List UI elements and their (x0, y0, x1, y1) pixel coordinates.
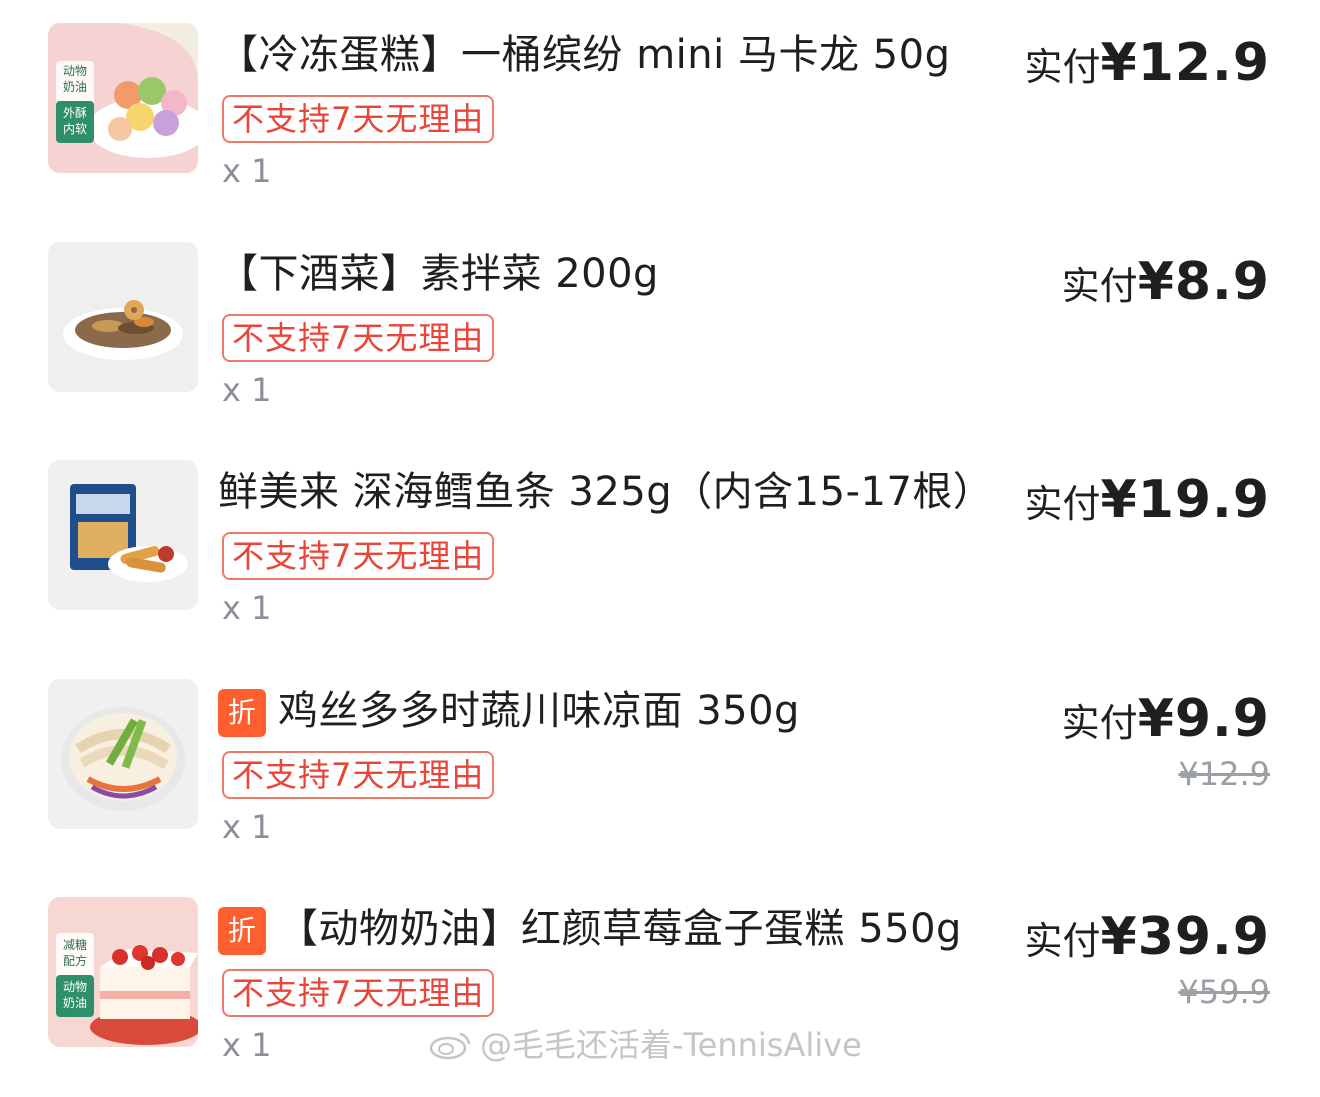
no-7-day-return-badge: 不支持7天无理由 (222, 532, 495, 580)
order-item[interactable]: 动物 奶油 外酥 内软 【冷冻蛋糕】一桶缤纷 mini 马卡龙 50g 不支持7… (0, 23, 1320, 223)
quantity: x 1 (222, 808, 272, 846)
svg-text:动物: 动物 (63, 64, 87, 78)
paid-price: 实付¥19.9 (1025, 470, 1271, 530)
fish-sticks-image (48, 460, 198, 610)
svg-text:减糖: 减糖 (63, 937, 87, 952)
quantity: x 1 (222, 371, 272, 409)
order-item[interactable]: 减糖 配方 动物 奶油 折【动物奶油】红颜草莓盒子蛋糕 550g 不支持7天无理… (0, 897, 1320, 1097)
svg-text:内软: 内软 (63, 122, 87, 136)
order-item[interactable]: 鲜美来 深海鳕鱼条 325g（内含15-17根） 不支持7天无理由 x 1 实付… (0, 460, 1320, 660)
product-title[interactable]: 【下酒菜】素拌菜 200g (218, 248, 659, 300)
product-title[interactable]: 【冷冻蛋糕】一桶缤纷 mini 马卡龙 50g (218, 29, 950, 81)
product-title-text: 【动物奶油】红颜草莓盒子蛋糕 550g (278, 906, 962, 952)
product-image-salad[interactable] (48, 242, 198, 392)
discount-tag: 折 (218, 907, 266, 955)
paid-amount: ¥9.9 (1137, 689, 1270, 749)
cold-noodles-image (48, 679, 198, 829)
product-title-text: 鸡丝多多时蔬川味凉面 350g (278, 688, 800, 734)
product-title[interactable]: 折【动物奶油】红颜草莓盒子蛋糕 550g (218, 903, 962, 955)
paid-amount: ¥8.9 (1137, 252, 1270, 312)
paid-label: 实付 (1024, 919, 1101, 963)
paid-price: 实付¥8.9 (1062, 252, 1270, 312)
product-title-text: 【冷冻蛋糕】一桶缤纷 mini 马卡龙 50g (218, 32, 951, 78)
quantity: x 1 (222, 152, 272, 190)
order-item[interactable]: 【下酒菜】素拌菜 200g 不支持7天无理由 x 1 实付¥8.9 (0, 242, 1320, 442)
order-item[interactable]: 折鸡丝多多时蔬川味凉面 350g 不支持7天无理由 x 1 实付¥9.9 ¥12… (0, 679, 1320, 879)
paid-label: 实付 (1024, 482, 1101, 526)
paid-amount: ¥12.9 (1100, 33, 1270, 93)
original-price: ¥59.9 (1178, 973, 1270, 1011)
product-image-macaron[interactable]: 动物 奶油 外酥 内软 (48, 23, 198, 173)
paid-label: 实付 (1061, 701, 1138, 745)
macaron-image: 动物 奶油 外酥 内软 (48, 23, 198, 173)
product-image-strawberry-cake[interactable]: 减糖 配方 动物 奶油 (48, 897, 198, 1047)
paid-label: 实付 (1061, 264, 1138, 308)
no-7-day-return-badge: 不支持7天无理由 (222, 314, 495, 362)
product-title[interactable]: 折鸡丝多多时蔬川味凉面 350g (218, 685, 800, 737)
svg-text:外酥: 外酥 (63, 106, 87, 120)
watermark: @毛毛还活着-TennisAlive (428, 1020, 862, 1066)
no-7-day-return-badge: 不支持7天无理由 (222, 95, 495, 143)
no-7-day-return-badge: 不支持7天无理由 (222, 969, 495, 1017)
strawberry-cake-image: 减糖 配方 动物 奶油 (48, 897, 198, 1047)
product-title[interactable]: 鲜美来 深海鳕鱼条 325g（内含15-17根） (218, 466, 993, 518)
product-image-cold-noodles[interactable] (48, 679, 198, 829)
paid-price: 实付¥12.9 (1025, 33, 1271, 93)
paid-label: 实付 (1024, 45, 1101, 89)
product-image-fish-sticks[interactable] (48, 460, 198, 610)
salad-image (48, 242, 198, 392)
weibo-icon (429, 1032, 471, 1060)
discount-tag: 折 (218, 689, 266, 737)
paid-amount: ¥19.9 (1100, 470, 1270, 530)
quantity: x 1 (222, 1026, 272, 1064)
product-title-text: 【下酒菜】素拌菜 200g (218, 251, 659, 297)
paid-amount: ¥39.9 (1100, 907, 1270, 967)
paid-price: 实付¥39.9 (1025, 907, 1271, 967)
svg-text:奶油: 奶油 (63, 80, 87, 94)
svg-text:奶油: 奶油 (63, 996, 87, 1010)
paid-price: 实付¥9.9 (1062, 689, 1270, 749)
original-price: ¥12.9 (1178, 755, 1270, 793)
watermark-text: @毛毛还活着-TennisAlive (480, 1026, 862, 1064)
no-7-day-return-badge: 不支持7天无理由 (222, 751, 495, 799)
quantity: x 1 (222, 589, 272, 627)
svg-text:动物: 动物 (63, 980, 87, 994)
product-title-text: 鲜美来 深海鳕鱼条 325g（内含15-17根） (218, 469, 994, 515)
svg-text:配方: 配方 (63, 953, 87, 968)
